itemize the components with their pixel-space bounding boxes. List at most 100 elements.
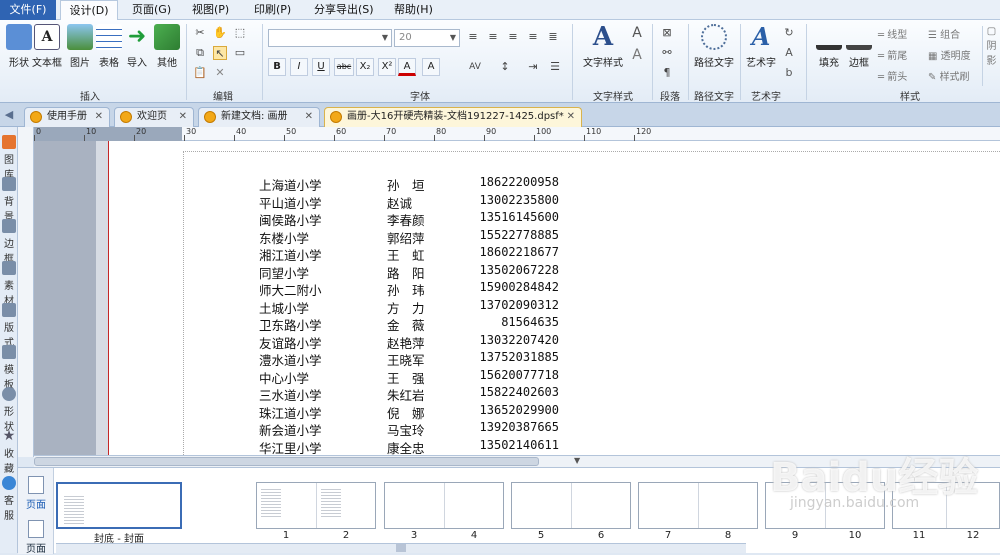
page-thumbnail[interactable] — [256, 482, 376, 529]
font-color-button[interactable]: A — [398, 58, 416, 76]
status-scrollbar[interactable] — [56, 543, 746, 553]
sidebar-item-layout[interactable]: 版式 — [0, 299, 18, 349]
art-fill-icon[interactable]: A — [782, 46, 796, 60]
font-size-value: 20 — [399, 32, 412, 43]
paragraph-group-label: 段落 — [660, 92, 680, 103]
contact-list[interactable]: 上海道小学 孙 垣 18622200958 平山道小学 赵诚 13002235800 闽侯路… — [259, 175, 559, 456]
font-name-combo[interactable]: ▼ — [268, 29, 392, 47]
tab-welcome[interactable]: 欢迎页 ✕ — [114, 107, 194, 127]
thumbnail-left-page — [257, 483, 316, 528]
sidebar-item-template[interactable]: 模板 — [0, 341, 18, 391]
superscript-button[interactable]: X² — [378, 58, 396, 76]
page-view-button[interactable]: 页面 — [22, 476, 50, 511]
transparency-button[interactable]: ▦ 透明度 — [928, 47, 971, 62]
tab-album-document[interactable]: 画册-大16开硬壳精装-文档191227-1425.dpsf* ✕ — [324, 107, 582, 127]
subscript-button[interactable]: X₂ — [356, 58, 374, 76]
page-thumbnail[interactable] — [638, 482, 758, 529]
menu-view[interactable]: 视图(P) — [182, 0, 239, 20]
select-tool-icon[interactable]: ⬚ — [233, 26, 247, 40]
cut-icon[interactable]: ✂ — [193, 26, 207, 40]
other-button[interactable]: 其他 — [148, 24, 186, 84]
chevron-down-icon: ▼ — [381, 33, 389, 42]
align-right-icon[interactable]: ≡ — [506, 30, 520, 44]
close-icon[interactable]: ✕ — [305, 108, 313, 126]
close-icon[interactable]: ✕ — [567, 108, 575, 126]
path-text-button[interactable]: 路径文字 — [692, 24, 736, 84]
person-cell: 王 强 — [387, 370, 425, 386]
sidebar-item-background[interactable]: 背景 — [0, 173, 18, 223]
delete-icon[interactable]: ✕ — [213, 66, 227, 80]
tab-user-manual[interactable]: 使用手册 ✕ — [24, 107, 110, 127]
close-icon[interactable]: ✕ — [179, 108, 187, 126]
strikethrough-button[interactable]: abc — [334, 58, 354, 76]
page-thumbnail[interactable] — [511, 482, 631, 529]
sidebar-item-favorite[interactable]: ★ 收藏 — [0, 425, 18, 475]
page-thumbnail[interactable] — [56, 482, 182, 529]
fill-button[interactable]: 填充 — [812, 24, 846, 84]
person-cell: 朱红岩 — [387, 388, 425, 403]
text-wrap-icon[interactable]: ⊠ — [660, 26, 674, 40]
border-button[interactable]: 边框 — [842, 24, 876, 84]
phone-cell: 81564635 — [501, 315, 559, 329]
scrollbar-thumb[interactable] — [34, 457, 539, 466]
menu-design[interactable]: 设计(D) — [60, 0, 118, 21]
char-spacing-icon[interactable]: AV — [468, 60, 482, 74]
sidebar-item-gallery[interactable]: 图库 — [0, 131, 18, 181]
document-page[interactable]: 上海道小学 孙 垣 18622200958 平山道小学 赵诚 13002235800 闽侯路… — [109, 141, 1000, 457]
underline-button[interactable]: U — [312, 58, 330, 76]
menu-file[interactable]: 文件(F) — [0, 0, 56, 20]
art-rotate-icon[interactable]: ↻ — [782, 26, 796, 40]
align-center-icon[interactable]: ≡ — [486, 30, 500, 44]
distribute-icon[interactable]: ≣ — [546, 30, 560, 44]
arrow-tail-button[interactable]: ═ 箭尾 — [878, 47, 907, 62]
school-cell: 同望小学 — [259, 265, 310, 281]
page-thumbnail[interactable] — [384, 482, 504, 529]
sidebar-item-service[interactable]: 客服 — [0, 472, 18, 522]
status-scroll-thumb[interactable] — [396, 544, 406, 552]
art-shape-icon[interactable]: b — [782, 66, 796, 80]
list-icon[interactable]: ☰ — [548, 60, 562, 74]
copy-icon[interactable]: ⧉ — [193, 46, 207, 60]
menu-print[interactable]: 印刷(P) — [244, 0, 301, 20]
paragraph-icon[interactable]: ¶ — [660, 66, 674, 80]
art-text-button[interactable]: A 艺术字 — [744, 24, 778, 84]
pointer-icon[interactable]: ↖ — [213, 46, 227, 60]
line-type-button[interactable]: ═ 线型 — [878, 26, 907, 41]
format-brush-icon: ✎ — [928, 72, 940, 83]
page-list-button[interactable]: 页面 — [22, 520, 50, 555]
menu-page[interactable]: 页面(G) — [122, 0, 181, 20]
paste-icon[interactable]: 📋 — [193, 66, 207, 80]
shadow-button[interactable]: ▢ 阴影 — [982, 26, 1000, 86]
group-button[interactable]: ☰ 组合 — [928, 26, 960, 41]
format-brush-button[interactable]: ✎ 样式刷 — [928, 68, 970, 83]
arrow-head-button[interactable]: ═ 箭头 — [878, 68, 907, 83]
bold-button[interactable]: B — [268, 58, 286, 76]
font-size-combo[interactable]: 20 ▼ — [394, 29, 460, 47]
hand-icon[interactable]: ✋ — [213, 26, 227, 40]
menu-share-export[interactable]: 分享导出(S) — [304, 0, 384, 20]
link-icon[interactable]: ⚯ — [660, 46, 674, 60]
page-number: 2 — [342, 530, 350, 541]
sidebar-item-border[interactable]: 边框 — [0, 215, 18, 265]
text-effect-icon[interactable]: A — [630, 26, 644, 40]
menu-help[interactable]: 帮助(H) — [384, 0, 443, 20]
text-shadow-icon[interactable]: A — [630, 48, 644, 62]
sidebar-item-shape[interactable]: 形状 — [0, 383, 18, 433]
align-justify-icon[interactable]: ≡ — [526, 30, 540, 44]
collapse-arrow-icon[interactable]: ▼ — [574, 456, 580, 465]
text-style-button[interactable]: A 文字样式 — [580, 24, 626, 84]
indent-icon[interactable]: ⇥ — [526, 60, 540, 74]
tab-new-album[interactable]: 新建文档: 画册 ✕ — [198, 107, 320, 127]
school-cell: 澧水道小学 — [259, 353, 322, 368]
highlight-button[interactable]: A — [422, 58, 440, 76]
sidebar-item-material[interactable]: 素材 — [0, 257, 18, 307]
page-number: 8 — [724, 530, 732, 541]
layout-icon — [2, 303, 16, 317]
italic-button[interactable]: I — [290, 58, 308, 76]
line-spacing-icon[interactable]: ↕ — [498, 60, 512, 74]
frame-select-icon[interactable]: ▭ — [233, 46, 247, 60]
close-icon[interactable]: ✕ — [95, 108, 103, 126]
align-left-icon[interactable]: ≡ — [466, 30, 480, 44]
tab-scroll-left-icon[interactable]: ◀ — [2, 108, 16, 122]
person-cell: 王 虹 — [387, 248, 425, 263]
